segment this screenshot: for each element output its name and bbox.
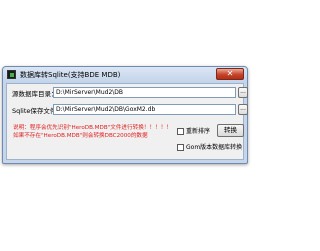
source-dir-label: 源数据库目录： bbox=[12, 90, 58, 98]
reorder-checkbox[interactable] bbox=[177, 128, 184, 135]
notes-line-1: 说明：程序会优先识别"HeroDB.MDB"文件进行转换！！！！！ bbox=[13, 125, 172, 131]
target-browse-button[interactable]: ... bbox=[238, 104, 248, 115]
converter-window: 数据库转Sqlite(支持BDE MDB) ✕ 源数据库目录： D:\MirSe… bbox=[2, 66, 248, 164]
title-bar[interactable]: 数据库转Sqlite(支持BDE MDB) ✕ bbox=[3, 67, 247, 83]
notes-line-2: 如果不存在"HeroDB.MDB"则会转换DBC2000的数据 bbox=[13, 133, 148, 139]
gom-checkbox[interactable] bbox=[177, 144, 184, 151]
close-button[interactable]: ✕ bbox=[216, 68, 244, 80]
gom-option[interactable]: Gom版本数据库转换 bbox=[177, 142, 242, 151]
gom-label: Gom版本数据库转换 bbox=[186, 144, 243, 151]
source-browse-button[interactable]: ... bbox=[238, 87, 248, 98]
reorder-label: 重新排序 bbox=[186, 128, 211, 135]
window-client-area: 源数据库目录： D:\MirServer\Mud2\DB ... Sqlite保… bbox=[6, 83, 248, 160]
target-file-input[interactable]: D:\MirServer\Mud2\DB\GoxM2.db bbox=[53, 104, 236, 115]
convert-button-primary[interactable]: 转换 bbox=[217, 124, 244, 137]
source-dir-input[interactable]: D:\MirServer\Mud2\DB bbox=[53, 87, 236, 98]
app-icon bbox=[7, 70, 16, 79]
window-title: 数据库转Sqlite(支持BDE MDB) bbox=[20, 71, 121, 79]
notes-text: 说明：程序会优先识别"HeroDB.MDB"文件进行转换！！！！！ 如果不存在"… bbox=[13, 124, 172, 140]
reorder-option[interactable]: 重新排序 bbox=[177, 126, 210, 135]
